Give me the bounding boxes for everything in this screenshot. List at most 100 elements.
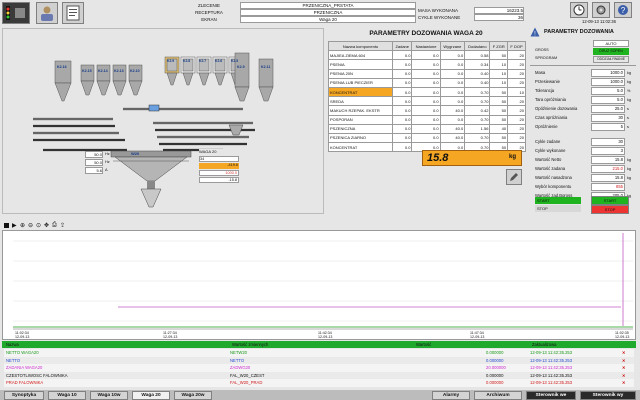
table-cell: 0.0	[439, 68, 466, 79]
tab-waga-10[interactable]: Waga 10	[48, 391, 86, 400]
param-row: Przesiewanie 1000.0 kg	[533, 78, 633, 86]
remove-icon[interactable]: ✕	[622, 372, 626, 380]
list-item[interactable]: ZADANIA WAGA20 ZADWG20 20.000000 12-09-13 1…	[4, 364, 634, 372]
stop-icon[interactable]	[4, 223, 9, 228]
stop-button[interactable]: STOP	[591, 205, 629, 214]
param-value[interactable]: 30	[591, 138, 625, 146]
table-row[interactable]: PSENIA 20N 0.0 0.0 0.0 0.40 10 20	[328, 68, 526, 79]
param-unit: kg	[627, 80, 632, 84]
bin-label: K2.13	[114, 69, 124, 73]
table-cell: 0.0	[391, 50, 413, 61]
list-item[interactable]: PRAD FALOWNIKA FAL_W20_PRAD 0.000000 12-09-…	[4, 379, 634, 387]
user-icon-button[interactable]	[36, 2, 58, 24]
export-icon[interactable]: ⇪	[60, 222, 65, 229]
list-item[interactable]: NETTO WAGA20 NETW20 0.000000 12-09-13 11:42…	[4, 349, 634, 357]
table-cell: 0.0	[411, 114, 441, 125]
param-unit: kg	[627, 71, 632, 75]
param-value[interactable]: 30	[591, 114, 625, 122]
remove-icon[interactable]: ✕	[622, 364, 626, 372]
zoom-out-icon[interactable]: ⊖	[28, 222, 33, 229]
table-row[interactable]: MAKUCH RZEPAK. EKSTR 0.0 0.0 40.0 0.42 50 20	[328, 105, 526, 116]
param-value[interactable]: 5.0	[591, 87, 625, 95]
param-value[interactable]: 1000.0	[591, 78, 625, 86]
param-value[interactable]: 25.0	[591, 105, 625, 113]
param-value[interactable]: 5.0	[591, 96, 625, 104]
zoom-in-icon[interactable]: ⊕	[20, 222, 25, 229]
table-row[interactable]: MAJIEA ZIEMA 604 0.0 0.0 0.0 0.58 50 20	[328, 50, 526, 61]
table-row[interactable]: POSPORAN 0.0 0.0 0.0 0.70 50 20	[328, 114, 526, 125]
component-name: POSPORAN	[328, 114, 393, 125]
param-label: Masa	[535, 70, 546, 75]
tab-waga-20[interactable]: Waga 20	[132, 391, 170, 400]
remove-icon[interactable]: ✕	[622, 357, 626, 365]
param-unit	[627, 147, 635, 155]
event-var: NETTO	[230, 357, 245, 363]
table-cell: 0.0	[411, 132, 441, 144]
param-row: Wybór komponentu 855	[533, 183, 633, 191]
bin-label: K2.9	[237, 65, 245, 69]
settings-button[interactable]	[592, 2, 610, 18]
table-row[interactable]: SREDA 0.0 0.0 0.0 0.70 50 20	[328, 96, 526, 107]
tab-archiwum[interactable]: Archiwum	[474, 391, 522, 400]
table-cell: 0.34	[464, 59, 491, 70]
play-icon[interactable]: ▶	[12, 222, 17, 229]
time-label: 11:42:34 12-09-13	[318, 331, 333, 339]
tab-sterownik-wy[interactable]: Sterownik wy	[580, 391, 636, 400]
waga-count: 34	[199, 156, 239, 162]
header-value-screen: Waga 20	[240, 16, 416, 23]
zoom-reset-icon[interactable]: ⊙	[36, 222, 41, 229]
tab-waga-10w[interactable]: Waga 10w	[90, 391, 128, 400]
status-label-2: SPROGRAM	[535, 56, 558, 60]
remove-icon[interactable]: ✕	[622, 379, 626, 387]
pan-icon[interactable]: ✥	[44, 222, 49, 229]
table-cell: 0.0	[439, 59, 466, 70]
tab-alarmy[interactable]: Alarmy	[432, 391, 470, 400]
bin-label: K2.15	[82, 69, 92, 73]
event-value: 0.000000	[486, 357, 504, 363]
table-row[interactable]: PSENIA 0.0 0.0 0.0 0.34 10 20	[328, 59, 526, 70]
bin-label: K2.11	[261, 65, 271, 69]
info-button[interactable]: ?	[614, 2, 632, 18]
param-unit	[627, 138, 635, 146]
param-row: Wartość nasadzona 15.8 kg	[533, 174, 633, 182]
param-unit: kg	[627, 158, 632, 162]
table-row[interactable]: PSENIA LUB PIECZIER 0.0 0.0 0.0 0.40 10 20	[328, 77, 526, 88]
param-value[interactable]: 215.0	[591, 165, 625, 173]
print-icon[interactable]: ⎙	[52, 222, 57, 229]
silo-group-left	[54, 60, 143, 102]
start-button[interactable]: START	[591, 196, 629, 205]
table-row[interactable]: PSZENICA ZIARNO 0.0 0.0 40.0 0.70 50 20	[328, 132, 526, 144]
waga-box: WAGA 20 34 -419.6 1000.0 -15.8	[199, 149, 239, 185]
tare-button[interactable]	[506, 169, 522, 185]
param-value[interactable]: 5	[591, 123, 625, 131]
param-value[interactable]: 1000.0	[591, 69, 625, 77]
param-value[interactable]: 15.8	[591, 156, 625, 164]
tab-sterownik-we[interactable]: Sterownik we	[526, 391, 576, 400]
table-cell: 0.70	[464, 86, 491, 98]
header-value-recipe: PRZENICZNA	[240, 9, 416, 16]
list-item[interactable]: NETTO NETTO 0.000000 12-09-13 11:42:35.253 ✕	[4, 356, 634, 365]
recipe-icon-button[interactable]	[62, 2, 84, 24]
param-row: Tara opróżniania 5.0 kg	[533, 96, 633, 104]
param-value[interactable]: 3	[591, 147, 625, 155]
table-col-header: Dodadano	[464, 40, 491, 52]
alarm-icon-button[interactable]	[2, 2, 30, 24]
tab-synoptyka[interactable]: Synoptyka	[4, 391, 44, 400]
table-row[interactable]: PSZENICZNA 0.0 0.0 40.0 1.56 40 20	[328, 123, 526, 134]
clock-button[interactable]	[570, 2, 588, 18]
table-cell: 0.0	[439, 114, 466, 125]
param-row: Opróżnienie 5 s	[533, 123, 633, 131]
list-item[interactable]: CZESTOTLIWOSC FALOWNIKA FAL_W20_CZEST 0.00…	[4, 371, 634, 380]
table-cell: 40.0	[439, 123, 466, 134]
param-value[interactable]: 855	[591, 183, 625, 191]
waga-value-2: 1000.0	[199, 170, 239, 176]
user-icon	[41, 6, 53, 21]
remove-icon[interactable]: ✕	[622, 349, 626, 357]
param-value[interactable]: 15.8	[591, 174, 625, 182]
table-cell: 0.0	[391, 68, 413, 79]
table-row[interactable]: KONCENTRAT 0.0 0.0 0.0 0.70 50 10	[328, 86, 526, 98]
table-cell: 20	[507, 50, 526, 61]
tab-waga-20w[interactable]: Waga 20w	[174, 391, 212, 400]
bottom-tabbar: Synoptyka Waga 10 Waga 10w Waga 20 Waga 20w A…	[0, 390, 640, 400]
table-cell: 20	[507, 123, 526, 134]
